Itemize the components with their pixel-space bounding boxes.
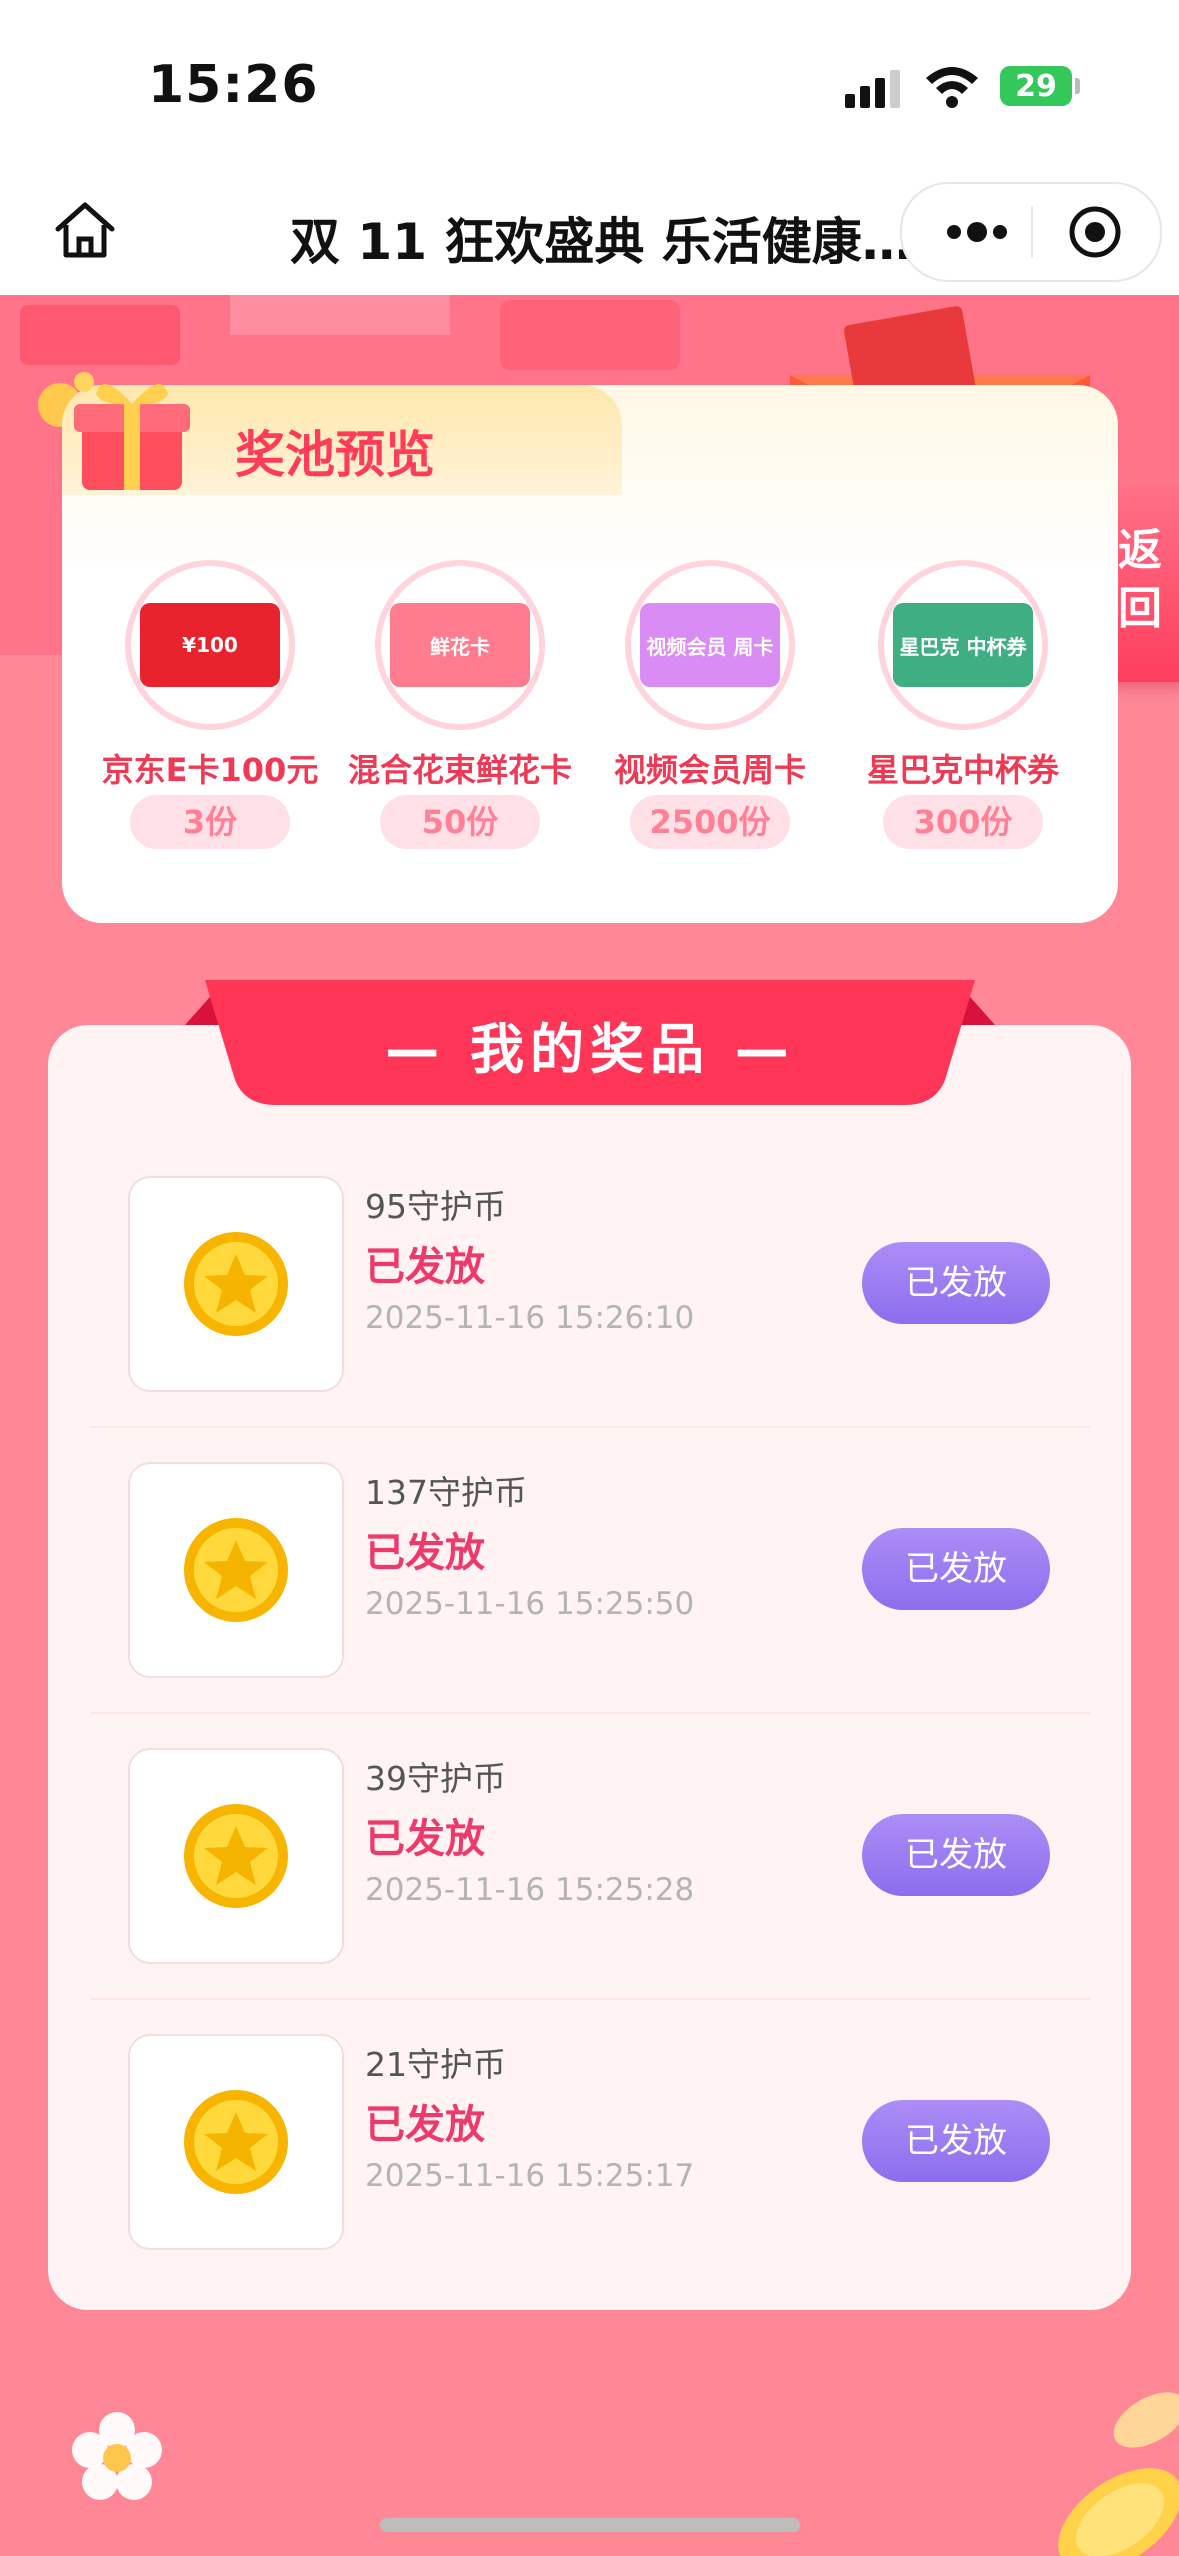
prize-item-jd-card: ¥100 京东E卡100元 3份: [85, 560, 335, 860]
status-time: 15:26: [148, 55, 319, 115]
prize-name: 视频会员周卡: [613, 751, 806, 789]
prize-time: 2025-11-16 15:25:17: [365, 2158, 695, 2194]
capsule-divider: [1031, 206, 1033, 258]
prize-time: 2025-11-16 15:26:10: [365, 1300, 695, 1336]
prize-record-row: 39守护币 已发放 2025-11-16 15:25:28 已发放: [90, 1714, 1090, 2000]
jd-ecard-image: ¥100: [140, 603, 280, 687]
issued-button[interactable]: 已发放: [862, 1242, 1050, 1324]
prize-name: 39守护币: [365, 1759, 506, 1798]
home-indicator: [380, 2518, 800, 2532]
prize-status: 已发放: [365, 1816, 485, 1862]
issued-button[interactable]: 已发放: [862, 1528, 1050, 1610]
more-icon[interactable]: [942, 212, 1012, 252]
battery-indicator: 29: [1000, 66, 1072, 106]
status-bar: 15:26 29: [0, 0, 1179, 170]
star-coin-icon: [184, 1518, 288, 1622]
star-coin-icon: [184, 2090, 288, 2194]
prize-name: 混合花束鲜花卡: [347, 751, 572, 789]
prize-thumbnail: [128, 1176, 344, 1392]
prize-status: 已发放: [365, 1530, 485, 1576]
prize-record-row: 137守护币 已发放 2025-11-16 15:25:50 已发放: [90, 1428, 1090, 1714]
flower-icon: [72, 2412, 162, 2500]
prize-thumbnail: [128, 1748, 344, 1964]
flower-card-image: 鲜花卡: [390, 603, 530, 687]
prize-image-frame: 星巴克 中杯券: [878, 560, 1048, 730]
prize-item-video-card: 视频会员 周卡 视频会员周卡 2500份: [585, 560, 835, 860]
return-label: 返回: [1118, 525, 1162, 634]
prize-record-row: 21守护币 已发放 2025-11-16 15:25:17 已发放: [90, 2000, 1090, 2286]
prize-item-starbucks-card: 星巴克 中杯券 星巴克中杯券 300份: [838, 560, 1088, 860]
wifi-icon: [926, 67, 978, 108]
prize-quantity: 3份: [130, 795, 290, 849]
star-coin-icon: [184, 1804, 288, 1908]
prize-name: 137守护币: [365, 1473, 527, 1512]
prize-status: 已发放: [365, 2102, 485, 2148]
falling-coins-decoration: [1058, 2392, 1179, 2556]
page-title: 双 11 狂欢盛典 乐活健康…: [290, 213, 912, 271]
prize-time: 2025-11-16 15:25:28: [365, 1872, 695, 1908]
home-icon[interactable]: [50, 195, 120, 265]
prize-thumbnail: [128, 1462, 344, 1678]
close-miniprogram-icon[interactable]: [1067, 204, 1123, 260]
gift-box-icon: [74, 372, 190, 490]
prize-item-flower-card: 鲜花卡 混合花束鲜花卡 50份: [335, 560, 585, 860]
prize-status: 已发放: [365, 1244, 485, 1290]
miniprogram-capsule: [900, 182, 1162, 282]
prize-quantity: 2500份: [630, 795, 790, 849]
prize-image-frame: 鲜花卡: [375, 560, 545, 730]
prize-name: 京东E卡100元: [101, 751, 319, 789]
prize-quantity: 50份: [380, 795, 540, 849]
prize-thumbnail: [128, 2034, 344, 2250]
battery-tip: [1075, 78, 1080, 94]
my-prizes-title: — 我的奖品 —: [385, 1018, 795, 1081]
prize-name: 95守护币: [365, 1187, 506, 1226]
prize-image-frame: 视频会员 周卡: [625, 560, 795, 730]
navigation-bar: 双 11 狂欢盛典 乐活健康…: [0, 170, 1179, 295]
prize-pool-title: 奖池预览: [235, 426, 435, 484]
prize-record-row: 95守护币 已发放 2025-11-16 15:26:10 已发放: [90, 1142, 1090, 1428]
issued-button[interactable]: 已发放: [862, 2100, 1050, 2182]
prize-time: 2025-11-16 15:25:50: [365, 1586, 695, 1622]
issued-button[interactable]: 已发放: [862, 1814, 1050, 1896]
signal-icon: [845, 70, 900, 108]
video-card-image: 视频会员 周卡: [640, 603, 780, 687]
prize-name: 星巴克中杯券: [866, 751, 1059, 789]
star-coin-icon: [184, 1232, 288, 1336]
starbucks-card-image: 星巴克 中杯券: [893, 603, 1033, 687]
prize-image-frame: ¥100: [125, 560, 295, 730]
prize-quantity: 300份: [883, 795, 1043, 849]
prize-name: 21守护币: [365, 2045, 506, 2084]
